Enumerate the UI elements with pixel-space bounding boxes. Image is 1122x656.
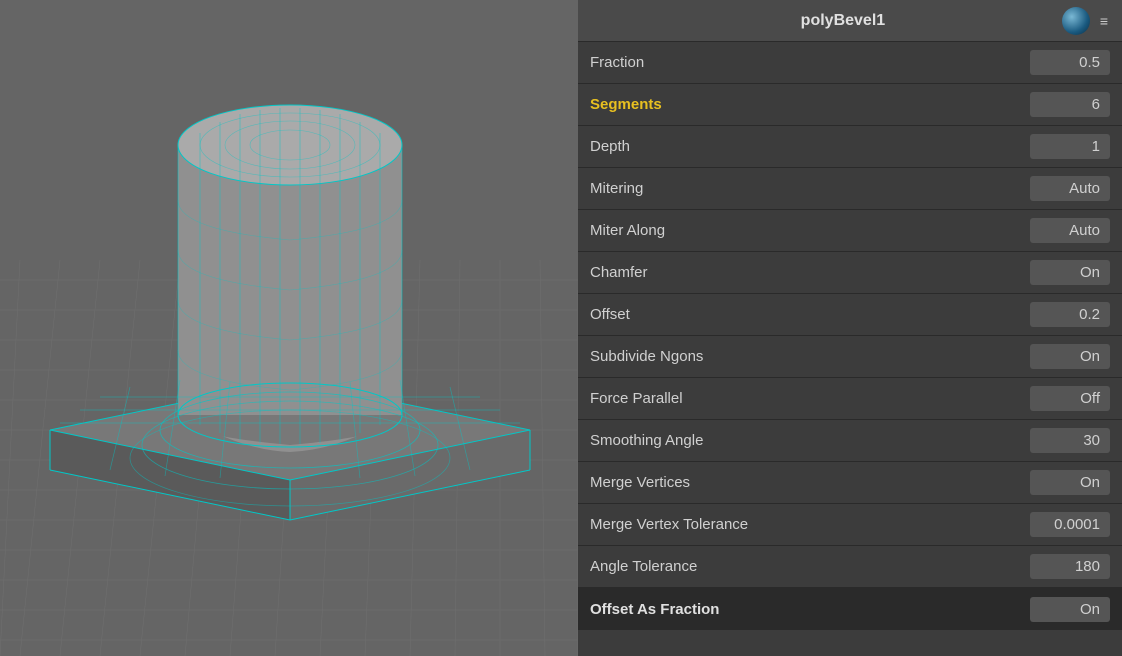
panel-header: polyBevel1 ≡ <box>578 0 1122 42</box>
row-value-force-parallel[interactable]: Off <box>1030 386 1110 411</box>
panel-row-depth[interactable]: Depth1 <box>578 126 1122 168</box>
panel-rows: Fraction0.5Segments6Depth1MiteringAutoMi… <box>578 42 1122 656</box>
row-label-angle-tolerance: Angle Tolerance <box>590 558 1030 575</box>
row-label-chamfer: Chamfer <box>590 264 1030 281</box>
row-label-segments: Segments <box>590 96 1030 113</box>
panel-row-merge-vertices[interactable]: Merge VerticesOn <box>578 462 1122 504</box>
row-label-fraction: Fraction <box>590 54 1030 71</box>
row-label-merge-vertices: Merge Vertices <box>590 474 1030 491</box>
row-label-offset-as-fraction: Offset As Fraction <box>590 601 1030 618</box>
row-label-smoothing-angle: Smoothing Angle <box>590 432 1030 449</box>
row-value-chamfer[interactable]: On <box>1030 260 1110 285</box>
row-value-merge-vertices[interactable]: On <box>1030 470 1110 495</box>
viewport-3d[interactable] <box>0 0 578 656</box>
row-value-fraction[interactable]: 0.5 <box>1030 50 1110 75</box>
panel-title: polyBevel1 <box>624 12 1062 30</box>
row-label-force-parallel: Force Parallel <box>590 390 1030 407</box>
panel-row-force-parallel[interactable]: Force ParallelOff <box>578 378 1122 420</box>
row-value-merge-vertex-tolerance[interactable]: 0.0001 <box>1030 512 1110 537</box>
row-label-subdivide-ngons: Subdivide Ngons <box>590 348 1030 365</box>
panel-row-offset[interactable]: Offset0.2 <box>578 294 1122 336</box>
row-label-offset: Offset <box>590 306 1030 323</box>
row-value-offset-as-fraction[interactable]: On <box>1030 597 1110 622</box>
row-value-miter-along[interactable]: Auto <box>1030 218 1110 243</box>
row-label-merge-vertex-tolerance: Merge Vertex Tolerance <box>590 516 1030 533</box>
panel-row-offset-as-fraction[interactable]: Offset As FractionOn <box>578 588 1122 630</box>
panel-row-merge-vertex-tolerance[interactable]: Merge Vertex Tolerance0.0001 <box>578 504 1122 546</box>
panel-row-fraction[interactable]: Fraction0.5 <box>578 42 1122 84</box>
row-value-subdivide-ngons[interactable]: On <box>1030 344 1110 369</box>
panel-row-chamfer[interactable]: ChamferOn <box>578 252 1122 294</box>
menu-icon[interactable]: ≡ <box>1096 11 1112 31</box>
panel-row-miter-along[interactable]: Miter AlongAuto <box>578 210 1122 252</box>
panel-header-icons: ≡ <box>1062 7 1112 35</box>
row-label-mitering: Mitering <box>590 180 1030 197</box>
row-label-depth: Depth <box>590 138 1030 155</box>
row-value-offset[interactable]: 0.2 <box>1030 302 1110 327</box>
panel-row-subdivide-ngons[interactable]: Subdivide NgonsOn <box>578 336 1122 378</box>
row-value-segments[interactable]: 6 <box>1030 92 1110 117</box>
properties-panel: polyBevel1 ≡ Fraction0.5Segments6Depth1M… <box>578 0 1122 656</box>
panel-row-angle-tolerance[interactable]: Angle Tolerance180 <box>578 546 1122 588</box>
row-label-miter-along: Miter Along <box>590 222 1030 239</box>
row-value-angle-tolerance[interactable]: 180 <box>1030 554 1110 579</box>
row-value-depth[interactable]: 1 <box>1030 134 1110 159</box>
row-value-mitering[interactable]: Auto <box>1030 176 1110 201</box>
panel-row-segments[interactable]: Segments6 <box>578 84 1122 126</box>
row-value-smoothing-angle[interactable]: 30 <box>1030 428 1110 453</box>
panel-row-smoothing-angle[interactable]: Smoothing Angle30 <box>578 420 1122 462</box>
ball-icon[interactable] <box>1062 7 1090 35</box>
panel-row-mitering[interactable]: MiteringAuto <box>578 168 1122 210</box>
